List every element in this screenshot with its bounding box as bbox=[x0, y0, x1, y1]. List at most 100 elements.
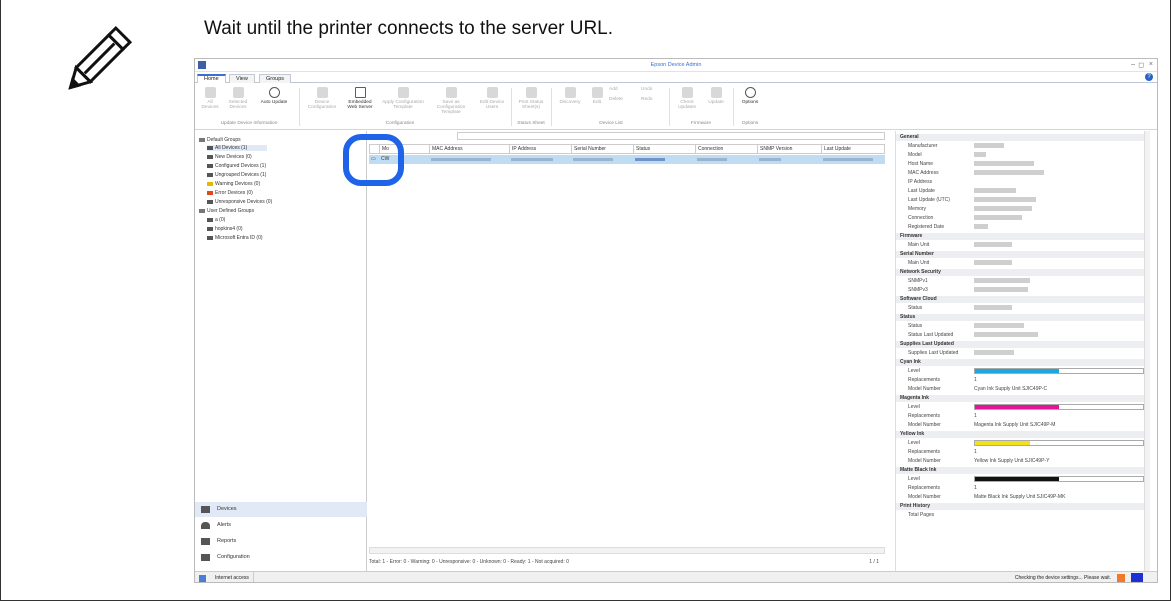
row-ip-value bbox=[511, 158, 553, 161]
horizontal-scrollbar[interactable] bbox=[369, 547, 885, 554]
save-configuration-template-button[interactable]: Save as Configuration Template bbox=[429, 87, 473, 115]
group-tree-panel: Default Groups All Devices (1) New Devic… bbox=[195, 131, 367, 571]
section-status[interactable]: Status bbox=[896, 314, 1144, 321]
instruction-text: Wait until the printer connects to the s… bbox=[204, 18, 614, 39]
section-serial-number[interactable]: Serial Number bbox=[896, 251, 1144, 258]
auto-update-button[interactable]: Auto Update bbox=[257, 87, 291, 105]
tree-error-devices[interactable]: Error Devices (0) bbox=[207, 190, 253, 196]
tree-user-defined-groups[interactable]: User Defined Groups bbox=[199, 208, 254, 214]
column-header-snmp[interactable]: SNMP Version bbox=[757, 144, 821, 154]
prop-value bbox=[974, 143, 1004, 148]
ribbon-divider bbox=[299, 88, 300, 126]
group-label-firmware: Firmware bbox=[691, 121, 711, 126]
grid-filter-input[interactable] bbox=[457, 132, 885, 140]
prop-value bbox=[974, 197, 1036, 202]
properties-scrollbar[interactable] bbox=[1144, 131, 1150, 571]
column-header-status[interactable]: Status bbox=[633, 144, 695, 154]
magenta-model-number: Magenta Ink Supply Unit SJIC49P-M bbox=[974, 422, 1056, 428]
black-model-number: Matte Black Ink Supply Unit SJIC49P-MK bbox=[974, 494, 1066, 500]
section-print-history[interactable]: Print History bbox=[896, 503, 1144, 510]
section-matte-black-ink[interactable]: Matte Black Ink bbox=[896, 467, 1144, 474]
edit-button[interactable]: Edit bbox=[589, 87, 605, 105]
delete-button[interactable]: Delete bbox=[609, 97, 633, 102]
check-updates-button[interactable]: Check Updates bbox=[673, 87, 701, 110]
table-row[interactable]: ▭ CW bbox=[369, 155, 885, 164]
warning-icon[interactable] bbox=[1117, 574, 1125, 582]
maximize-icon[interactable]: ◻ bbox=[1138, 61, 1144, 69]
redo-button[interactable]: Redo bbox=[641, 97, 663, 102]
cyan-level-fill bbox=[975, 369, 1059, 373]
tab-groups[interactable]: Groups bbox=[259, 74, 292, 83]
edit-device-users-button[interactable]: Edit Device Users bbox=[477, 87, 507, 110]
print-status-sheet-button[interactable]: Print Status Sheet(s) bbox=[515, 87, 547, 110]
tab-view[interactable]: View bbox=[229, 74, 255, 83]
close-icon[interactable]: × bbox=[1149, 61, 1153, 68]
prop-value bbox=[974, 224, 988, 229]
tree-configured-devices[interactable]: Configured Devices (1) bbox=[207, 163, 266, 169]
tree-group-a[interactable]: a (0) bbox=[207, 217, 225, 223]
section-yellow-ink[interactable]: Yellow Ink bbox=[896, 431, 1144, 438]
nav-devices[interactable]: Devices bbox=[195, 502, 367, 517]
help-icon[interactable]: ? bbox=[1145, 73, 1153, 81]
section-software-cloud[interactable]: Software Cloud bbox=[896, 296, 1144, 303]
discovery-button[interactable]: Discovery bbox=[555, 87, 585, 105]
column-header-mac[interactable]: MAC Address bbox=[429, 144, 509, 154]
device-configuration-button[interactable]: Device Configuration bbox=[305, 87, 339, 110]
prop-snmpv3: SNMPv3 bbox=[908, 287, 928, 293]
column-header-connection[interactable]: Connection bbox=[695, 144, 757, 154]
prop-value bbox=[974, 260, 1012, 265]
nav-configuration[interactable]: Configuration bbox=[195, 550, 367, 565]
prop-replacements: Replacements bbox=[908, 377, 940, 383]
status-bar: Internet access Checking the device sett… bbox=[195, 571, 1157, 582]
prop-value bbox=[974, 350, 1014, 355]
prop-memory: Memory bbox=[908, 206, 927, 212]
section-magenta-ink[interactable]: Magenta Ink bbox=[896, 395, 1144, 402]
selected-devices-button[interactable]: Selected Devices bbox=[225, 87, 251, 110]
prop-model: Model bbox=[908, 152, 922, 158]
section-supplies-last-updated[interactable]: Supplies Last Updated bbox=[896, 341, 1144, 348]
tree-group-entra[interactable]: Microsoft Entra ID (0) bbox=[207, 235, 263, 241]
apply-configuration-template-button[interactable]: Apply Configuration Template bbox=[381, 87, 425, 110]
section-network-security[interactable]: Network Security bbox=[896, 269, 1144, 276]
tree-new-devices[interactable]: New Devices (0) bbox=[207, 154, 252, 160]
undo-button[interactable]: Undo bbox=[641, 87, 663, 92]
row-serial-value bbox=[573, 158, 613, 161]
devices-icon bbox=[201, 506, 210, 513]
prop-last-update: Last Update bbox=[908, 188, 935, 194]
column-header-ip[interactable]: IP Address bbox=[509, 144, 571, 154]
section-firmware[interactable]: Firmware bbox=[896, 233, 1144, 240]
tab-home[interactable]: Home bbox=[197, 74, 226, 83]
prop-replacements: Replacements bbox=[908, 413, 940, 419]
column-header-last-update[interactable]: Last Update bbox=[821, 144, 885, 154]
add-button[interactable]: Add bbox=[609, 87, 631, 92]
prop-manufacturer: Manufacturer bbox=[908, 143, 938, 149]
yellow-level-fill bbox=[975, 441, 1031, 445]
minimize-icon[interactable]: – bbox=[1131, 61, 1135, 68]
all-devices-button[interactable]: All Devices bbox=[199, 87, 221, 110]
prop-replacements: Replacements bbox=[908, 485, 940, 491]
tree-all-devices[interactable]: All Devices (1) bbox=[207, 145, 267, 151]
prop-host-name: Host Name bbox=[908, 161, 934, 167]
pencil-note-icon bbox=[68, 25, 133, 90]
tree-group-hopkins[interactable]: hopkins4 (0) bbox=[207, 226, 243, 232]
prop-replacements: Replacements bbox=[908, 449, 940, 455]
update-button[interactable]: Update bbox=[703, 87, 729, 105]
column-header-serial[interactable]: Serial Number bbox=[571, 144, 633, 154]
nav-alerts[interactable]: Alerts bbox=[195, 518, 367, 533]
group-label-device-list: Device List bbox=[599, 121, 623, 126]
options-button[interactable]: Options bbox=[737, 87, 763, 105]
prop-value bbox=[974, 206, 1032, 211]
tree-warning-devices[interactable]: Warning Devices (0) bbox=[207, 181, 260, 187]
section-general[interactable]: General bbox=[896, 134, 1144, 141]
group-label-configuration: Configuration bbox=[385, 121, 415, 126]
status-message: Checking the device settings... Please w… bbox=[1014, 575, 1111, 581]
embedded-web-server-button[interactable]: Embedded Web Server bbox=[343, 87, 377, 110]
nav-reports[interactable]: Reports bbox=[195, 534, 367, 549]
network-icon bbox=[199, 575, 206, 582]
tree-ungrouped-devices[interactable]: Ungrouped Devices (1) bbox=[207, 172, 266, 178]
tree-unresponsive-devices[interactable]: Unresponsive Devices (0) bbox=[207, 199, 272, 205]
section-cyan-ink[interactable]: Cyan Ink bbox=[896, 359, 1144, 366]
app-window: Epson Device Admin – ◻ × Home View Group… bbox=[194, 58, 1158, 583]
tree-default-groups[interactable]: Default Groups bbox=[199, 137, 241, 143]
ribbon-divider bbox=[511, 88, 512, 126]
